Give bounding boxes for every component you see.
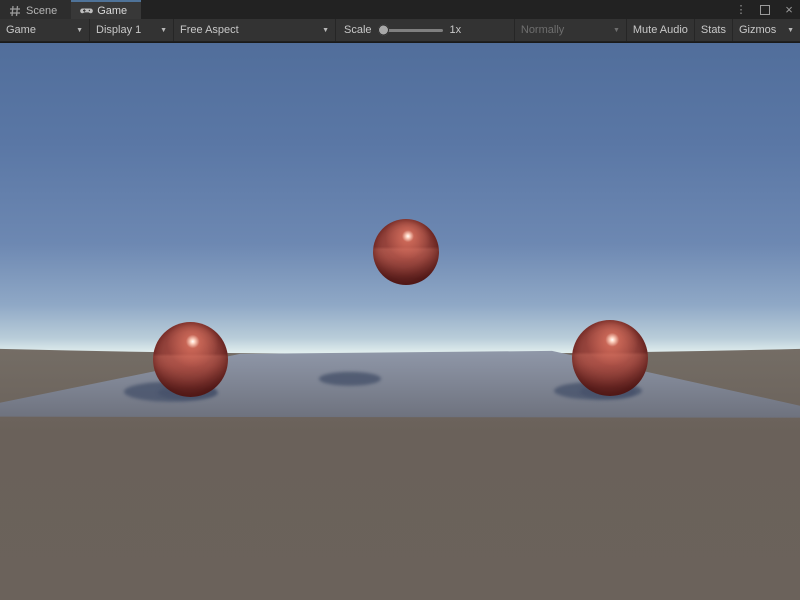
scale-slider-knob[interactable] (378, 25, 389, 36)
mute-audio-button[interactable]: Mute Audio (626, 19, 694, 41)
stats-button[interactable]: Stats (694, 19, 732, 41)
game-viewport[interactable] (0, 42, 800, 600)
chevron-down-icon: ▼ (613, 27, 620, 34)
view-selector-dropdown[interactable]: Game ▼ (0, 19, 90, 41)
gamepad-icon (80, 5, 92, 17)
terrain-render (0, 43, 800, 600)
view-selector-label: Game (6, 24, 36, 36)
play-mode-dropdown: Normally ▼ (514, 19, 626, 41)
chevron-down-icon: ▼ (322, 27, 329, 34)
unity-game-window: Scene Game ⋮ × Game ▼ Display 1 (0, 0, 800, 600)
chevron-down-icon: ▼ (160, 27, 167, 34)
scale-control: Scale 1x (336, 19, 469, 41)
close-icon[interactable]: × (782, 3, 796, 17)
chevron-down-icon: ▼ (787, 27, 794, 34)
tab-scene[interactable]: Scene (0, 0, 71, 19)
chevron-down-icon: ▼ (76, 27, 83, 34)
play-mode-label: Normally (521, 24, 564, 36)
aspect-ratio-label: Free Aspect (180, 24, 239, 36)
gizmos-label: Gizmos (739, 24, 776, 36)
scale-label: Scale (344, 24, 372, 36)
grid-icon (9, 5, 21, 17)
kebab-menu-icon[interactable]: ⋮ (734, 3, 748, 17)
tab-scene-label: Scene (26, 5, 57, 17)
tab-game-label: Game (97, 5, 127, 17)
game-view-toolbar: Game ▼ Display 1 ▼ Free Aspect ▼ Scale 1… (0, 19, 800, 42)
scale-slider[interactable] (379, 29, 443, 32)
tab-game[interactable]: Game (71, 0, 141, 19)
aspect-ratio-dropdown[interactable]: Free Aspect ▼ (174, 19, 336, 41)
display-label: Display 1 (96, 24, 141, 36)
maximize-icon[interactable] (758, 3, 772, 17)
shadow-center-sphere (319, 372, 381, 386)
window-controls: ⋮ × (734, 0, 796, 19)
red-sphere-center (373, 219, 439, 285)
gizmos-dropdown[interactable]: Gizmos ▼ (732, 19, 800, 41)
scale-value: 1x (450, 24, 462, 36)
display-dropdown[interactable]: Display 1 ▼ (90, 19, 174, 41)
window-tab-bar: Scene Game ⋮ × (0, 0, 800, 19)
red-sphere-right (572, 320, 648, 396)
toolbar-right-group: Normally ▼ Mute Audio Stats Gizmos ▼ (514, 19, 800, 41)
red-sphere-left (153, 322, 228, 397)
